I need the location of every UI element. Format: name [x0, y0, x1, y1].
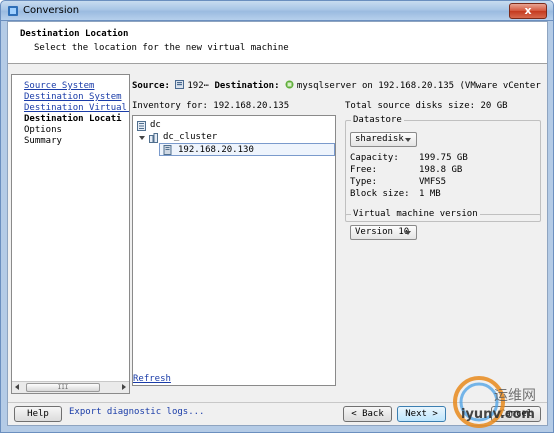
back-button[interactable]: < Back — [343, 406, 392, 422]
watermark-logo-icon: 运维网 iyunv.com — [453, 376, 536, 428]
datastore-group-label: Datastore — [351, 115, 404, 125]
datastore-selected-value: sharedisk — [355, 134, 404, 144]
type-key: Type: — [350, 177, 378, 187]
nav-step-destination-virtual-machine[interactable]: Destination Virtual M — [24, 103, 129, 113]
host-icon — [163, 145, 172, 155]
vm-version-selected-value: Version 10 — [355, 227, 410, 237]
cluster-icon — [149, 133, 158, 143]
page-subtitle: Select the location for the new virtual … — [34, 43, 289, 53]
nav-step-destination-location: Destination Locati — [24, 114, 122, 124]
scroll-left-icon[interactable] — [15, 384, 19, 390]
scroll-thumb[interactable]: III — [26, 383, 100, 392]
export-diagnostic-logs-link[interactable]: Export diagnostic logs... — [69, 407, 204, 417]
destination-value: mysqlserver on 192.168.20.135 (VMware vC… — [296, 81, 546, 91]
vm-version-group-label: Virtual machine version — [351, 209, 480, 219]
block-size-key: Block size: — [350, 189, 410, 199]
datastore-group: Datastore sharedisk Capacity: 199.75 GB … — [345, 115, 541, 222]
wizard-header: Destination Location Select the location… — [8, 22, 547, 64]
wizard-step-list: Source System Destination System Destina… — [11, 74, 130, 394]
inventory-tree[interactable]: dc dc_cluster 192.168.20.130 — [132, 115, 336, 386]
destination-vm-icon — [285, 80, 294, 89]
inventory-label: Inventory for: 192.168.20.135 — [132, 101, 290, 111]
datacenter-icon — [137, 121, 146, 131]
nav-step-options: Options — [24, 125, 62, 135]
free-key: Free: — [350, 165, 378, 175]
scroll-right-icon[interactable] — [122, 384, 126, 390]
block-size-value: 1 MB — [419, 189, 441, 199]
vm-version-select[interactable]: Version 10 — [350, 225, 417, 240]
refresh-link[interactable]: Refresh — [133, 374, 171, 384]
tree-node-host-192-168-20-130[interactable]: 192.168.20.130 — [159, 143, 335, 156]
source-label: Source: — [132, 81, 170, 91]
datastore-select[interactable]: sharedisk — [350, 132, 417, 147]
title-bar: Conversion x — [0, 0, 554, 21]
close-button[interactable]: x — [509, 3, 547, 19]
watermark-cn-text: 运维网 — [494, 388, 536, 404]
nav-step-summary: Summary — [24, 136, 62, 146]
vm-version-group: Virtual machine version Version 10 — [345, 209, 541, 248]
destination-label: Destination: — [214, 81, 280, 91]
nav-horizontal-scrollbar[interactable]: III — [12, 381, 129, 393]
source-value: 192⋯ — [187, 81, 210, 91]
nav-step-destination-system[interactable]: Destination System — [24, 92, 122, 102]
total-disk-size: Total source disks size: 20 GB — [345, 101, 508, 111]
capacity-key: Capacity: — [350, 153, 399, 163]
window-title: Conversion — [23, 5, 80, 16]
site-watermark: 运维网 iyunv.com — [449, 360, 554, 433]
source-machine-icon — [175, 80, 185, 89]
chevron-down-icon — [405, 138, 411, 142]
capacity-value: 199.75 GB — [419, 153, 468, 163]
watermark-url-text: iyunv.com — [461, 407, 535, 422]
tree-node-label: 192.168.20.130 — [178, 145, 254, 155]
chevron-down-icon — [405, 231, 411, 235]
converter-app-icon — [8, 6, 18, 16]
conversion-summary-line: Source: 192⋯ Destination: mysqlserver on… — [132, 80, 546, 91]
free-value: 198.8 GB — [419, 165, 463, 175]
type-value: VMFS5 — [419, 177, 447, 187]
page-title: Destination Location — [20, 29, 129, 39]
help-button[interactable]: Help — [14, 406, 62, 422]
expand-arrow-icon[interactable] — [139, 136, 145, 140]
nav-step-source-system[interactable]: Source System — [24, 81, 94, 91]
next-button[interactable]: Next > — [397, 406, 446, 422]
